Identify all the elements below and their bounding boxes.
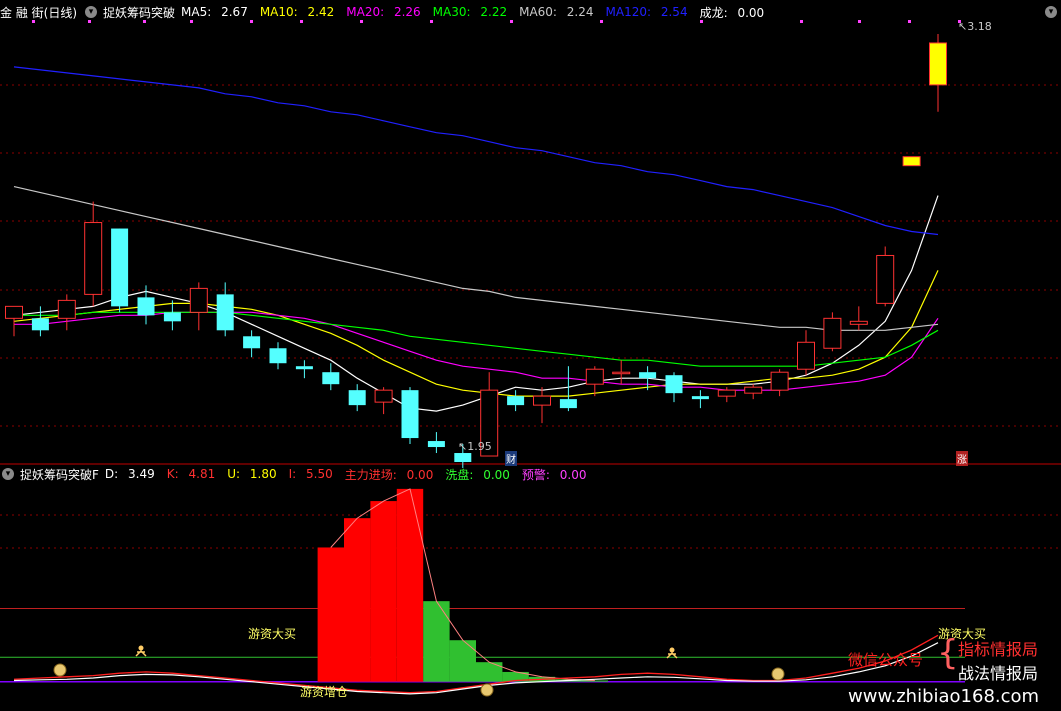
candle-body-down [163, 312, 181, 322]
brand-watermark-2: 战法情报局 [958, 664, 1039, 683]
main-indicator-name[interactable]: 捉妖筹码突破 [103, 4, 175, 21]
indicator-bar [344, 518, 371, 682]
candle-body-down [243, 336, 261, 349]
candle-body-up [849, 320, 868, 325]
candle-body-up [797, 341, 815, 370]
candle-body-down [216, 294, 234, 331]
candle-body-up [189, 287, 208, 313]
candle-body-down [31, 318, 49, 331]
i-value: 5.50 [306, 467, 333, 481]
chart-canvas[interactable] [0, 0, 1061, 711]
candle-body-up [612, 371, 631, 375]
indicator-menu-icon[interactable]: ▾ [85, 6, 98, 18]
ma10-label: MA10: 2.42 [259, 5, 335, 19]
candle-body-up [717, 389, 736, 397]
limit-up-candle [929, 42, 947, 86]
ma60-label: MA60: 2.24 [519, 5, 594, 19]
u-label: U: 1.80 [227, 467, 277, 481]
wash-label: 洗盘: 0.00 [445, 467, 510, 482]
ma30-label: MA30: 2.22 [432, 5, 508, 19]
dragon-value: 0.00 [737, 5, 765, 20]
ma10-value: 2.42 [307, 5, 335, 19]
candle-body-down [348, 390, 366, 406]
ma20-label: MA20: 2.26 [346, 5, 421, 19]
price-chart-header: 金 融 街 (日线) ▾ 捉妖筹码突破 MA5: 2.67 MA10: 2.42… [0, 1, 776, 23]
indicator-bar [423, 601, 450, 682]
candle-body-down [665, 375, 683, 394]
u-value: 1.80 [249, 467, 277, 481]
candle-body-up [57, 299, 76, 319]
stock-name[interactable]: 金 融 街 [0, 4, 44, 21]
wechat-watermark: 微信公众号 [848, 651, 924, 669]
indicator-bar [449, 640, 476, 682]
d-label: D: 3.49 [104, 467, 155, 481]
indicator-panel-header: ▾ 捉妖筹码突破F D: 3.49 K: 4.81 U: 1.80 I: 5.5… [0, 463, 599, 485]
k-label: K: 4.81 [166, 467, 216, 481]
candle-body-down [691, 396, 709, 400]
candle-body-down [295, 366, 313, 370]
signal-dot [908, 20, 911, 23]
watermark-brace: { [937, 633, 959, 673]
candle-body-up [744, 386, 763, 394]
wash-value: 0.00 [483, 467, 510, 482]
sub-indicator-name[interactable]: 捉妖筹码突破F [20, 466, 99, 483]
candle-body-down [269, 348, 287, 364]
indicator-bar [396, 488, 424, 682]
candle-body-down [322, 372, 340, 385]
ma-line-ma120 [13, 66, 939, 236]
k-value: 4.81 [188, 467, 216, 481]
warning-label: 预警: 0.00 [521, 467, 587, 482]
candle-body-up [770, 371, 789, 391]
url-watermark: www.zhibiao168.com [848, 686, 1040, 707]
period-label[interactable]: (日线) [44, 4, 77, 21]
money-bag-icon [53, 663, 67, 677]
limit-up-badge[interactable]: 涨 [956, 451, 968, 466]
candle-body-down [639, 372, 657, 379]
candle-body-up [585, 368, 604, 385]
candle-body-up [533, 395, 551, 406]
brand-watermark-1: 指标情报局 [958, 640, 1039, 659]
big-buy-label-1: 游资大买 [248, 627, 297, 641]
candle-body-down [427, 441, 445, 448]
candle-body-up [823, 317, 842, 349]
runner-icon-body [135, 649, 147, 657]
money-bag-icon [480, 683, 494, 697]
runner-icon [138, 645, 144, 651]
d-value: 3.49 [128, 467, 155, 481]
position-add-label: 游资增仓 [300, 685, 349, 699]
price-high-label: ↖3.18 [958, 20, 992, 33]
limit-up-candle [902, 156, 921, 167]
runner-icon [669, 647, 675, 653]
main-force-label: 主力进场: 0.00 [344, 467, 434, 482]
candle-body-down [559, 399, 577, 409]
warning-value: 0.00 [559, 467, 587, 482]
price-low-label: ↖1.95 [458, 440, 492, 453]
candle-body-up [5, 305, 23, 319]
candle-body-up [876, 254, 895, 304]
indicator-bar [581, 680, 608, 682]
sub-indicator-menu-icon[interactable]: ▾ [2, 468, 14, 480]
ma120-value: 2.54 [660, 5, 688, 19]
ma60-value: 2.24 [566, 5, 594, 19]
indicator-bar [370, 501, 397, 682]
ma5-value: 2.67 [221, 5, 248, 19]
main-force-value: 0.00 [406, 467, 434, 482]
dragon-label: 成龙: 0.00 [699, 5, 765, 20]
ma20-value: 2.26 [393, 5, 421, 19]
candle-body-up [84, 222, 103, 295]
ma120-label: MA120: 2.54 [605, 5, 688, 19]
candle-body-down [137, 297, 155, 316]
ma30-value: 2.22 [480, 5, 508, 19]
money-bag-icon [771, 667, 785, 681]
candle-body-down [401, 390, 419, 439]
candle-body-down [507, 396, 525, 406]
candle-body-down [454, 453, 472, 462]
ma5-label: MA5: 2.67 [181, 5, 248, 19]
candle-body-up [374, 389, 393, 403]
indicator-bar [317, 547, 344, 682]
i-label: I: 5.50 [288, 467, 333, 481]
candle-body-down [111, 228, 129, 307]
signal-dot [858, 20, 861, 23]
signal-dot [800, 20, 803, 23]
